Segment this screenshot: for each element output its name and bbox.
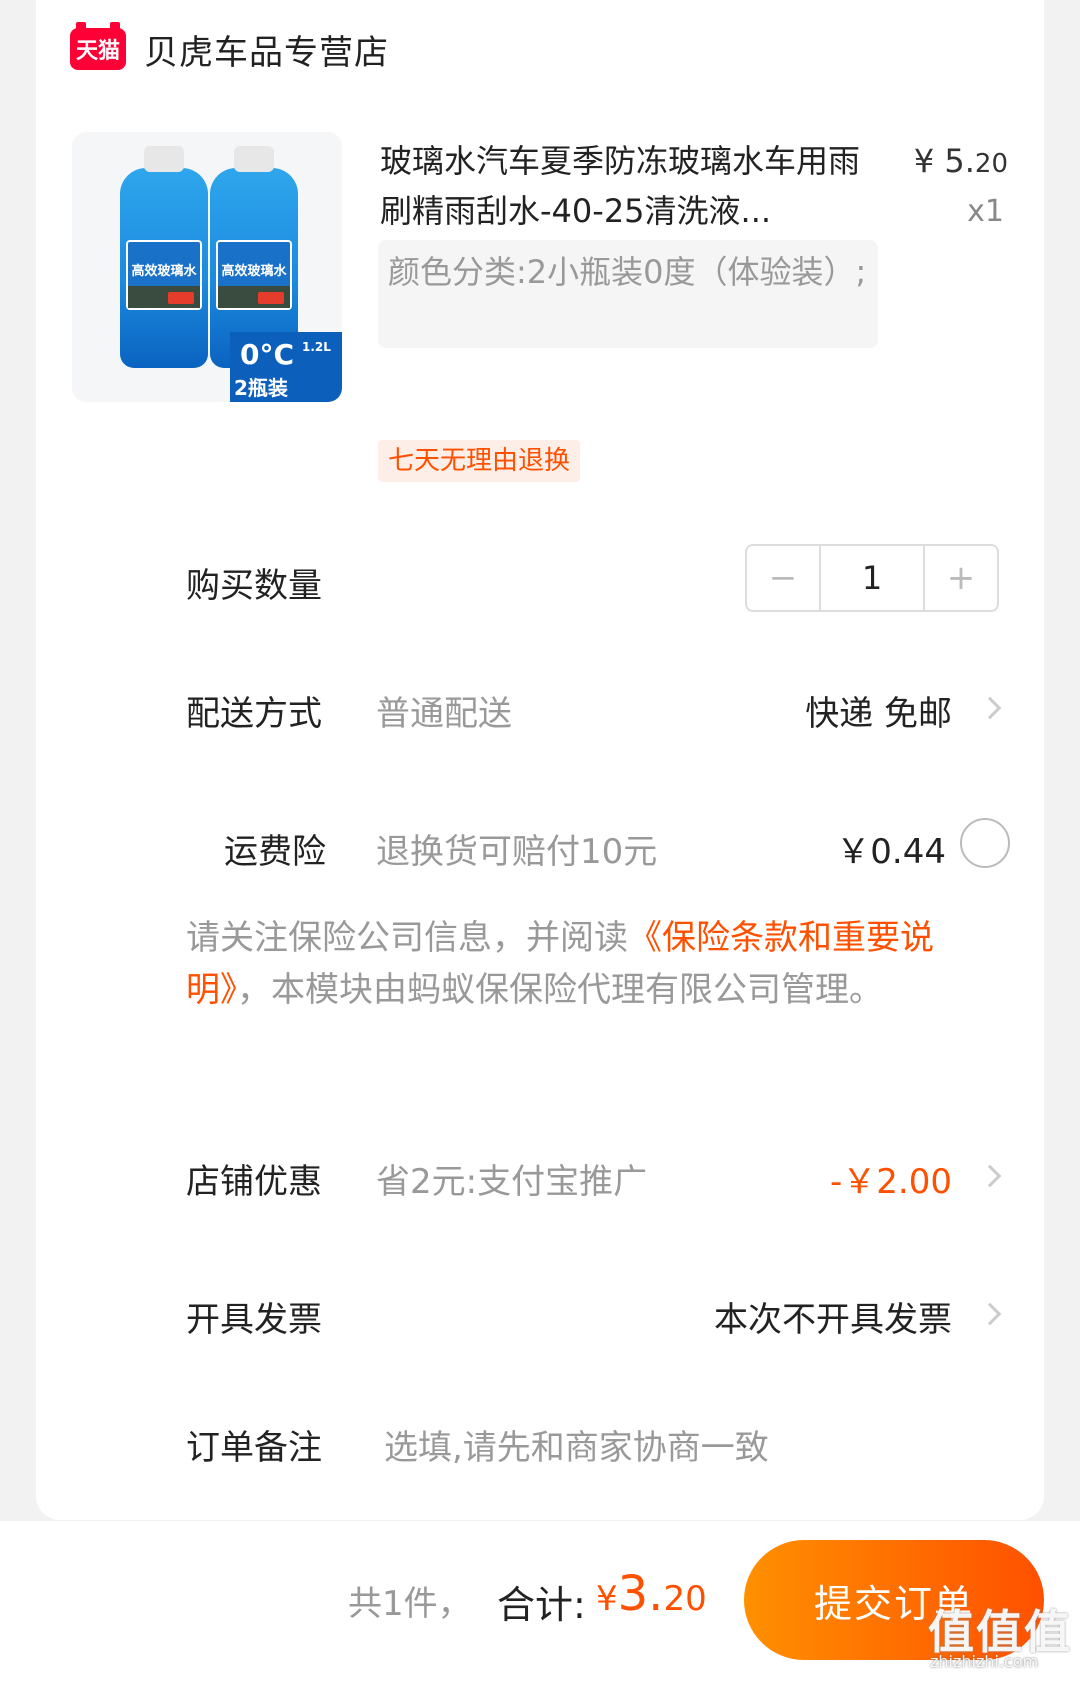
insurance-notice: 请关注保险公司信息，并阅读《保险条款和重要说明》，本模块由蚂蚁保保险代理有限公司… (186, 912, 1016, 1016)
quantity-value[interactable]: 1 (819, 546, 925, 610)
invoice-value[interactable]: 本次不开具发票 (714, 1292, 952, 1341)
price-symbol: ¥ (913, 142, 935, 180)
notice-text: ，本模块由蚂蚁保保险代理有限公司管理。 (237, 970, 883, 1010)
sku-selector[interactable]: 颜色分类:2小瓶装0度（体验装）; (378, 240, 878, 348)
store-discount-value[interactable]: -￥2.00 (830, 1154, 952, 1203)
quantity-stepper[interactable]: − 1 + (745, 544, 999, 612)
store-discount-desc: 省2元:支付宝推广 (376, 1162, 648, 1202)
badge-pack: 2瓶装 (234, 376, 288, 400)
product-title[interactable]: 玻璃水汽车夏季防冻玻璃水车用雨刷精雨刮水-40-25清洗液... (380, 136, 880, 236)
shipping-insurance-label: 运费险 (224, 832, 326, 872)
quantity-label: 购买数量 (186, 566, 322, 606)
total-dec: 20 (663, 1579, 707, 1619)
product-quantity: x1 (967, 194, 1004, 229)
total-symbol: ¥ (596, 1579, 618, 1619)
price-int: 5. (944, 142, 975, 180)
shop-name[interactable]: 贝虎车品专营店 (144, 25, 389, 74)
bottle-label-text: 高效玻璃水 (131, 264, 197, 279)
item-count: 共1件， (348, 1584, 472, 1624)
remark-label: 订单备注 (186, 1428, 322, 1468)
insurance-radio[interactable] (960, 818, 1010, 868)
badge-volume: 1.2L (302, 340, 331, 354)
badge-temp: 0°C (240, 338, 295, 371)
store-discount-label: 店铺优惠 (186, 1162, 322, 1202)
total-label: 合计: (497, 1583, 586, 1627)
watermark-site: zhizhizhi.com (930, 1652, 1039, 1671)
product-image-badge: 0°C 1.2L 2瓶装 (230, 332, 342, 402)
product-price: ¥ 5.20 (914, 142, 1008, 180)
decrement-button[interactable]: − (747, 546, 819, 610)
increment-button[interactable]: + (925, 546, 997, 610)
bottle-label-text: 高效玻璃水 (221, 264, 287, 279)
delivery-value[interactable]: 快递 免邮 (805, 686, 952, 735)
total-amount: ¥3.20 (596, 1566, 707, 1622)
shop-header[interactable]: 天猫 贝虎车品专营店 (70, 22, 389, 74)
delivery-method: 普通配送 (376, 694, 512, 734)
shipping-insurance-price: ￥0.44 (836, 832, 946, 872)
watermark: 值 值 值 zhizhizhi.com (928, 1596, 1074, 1674)
notice-text: 请关注保险公司信息，并阅读 (186, 918, 628, 958)
remark-input[interactable]: 选填,请先和商家协商一致 (384, 1420, 769, 1469)
product-image[interactable]: 高效玻璃水 高效玻璃水 0°C 1.2L 2瓶装 (72, 132, 342, 402)
invoice-label: 开具发票 (186, 1300, 322, 1340)
price-dec: 20 (974, 149, 1008, 179)
bottle-graphic: 高效玻璃水 (120, 146, 208, 368)
delivery-label: 配送方式 (186, 694, 322, 734)
total-int: 3. (617, 1566, 664, 1622)
tmall-logo-icon: 天猫 (70, 22, 126, 70)
shipping-insurance-desc: 退换货可赔付10元 (376, 832, 658, 872)
return-policy-badge: 七天无理由退换 (378, 440, 581, 482)
